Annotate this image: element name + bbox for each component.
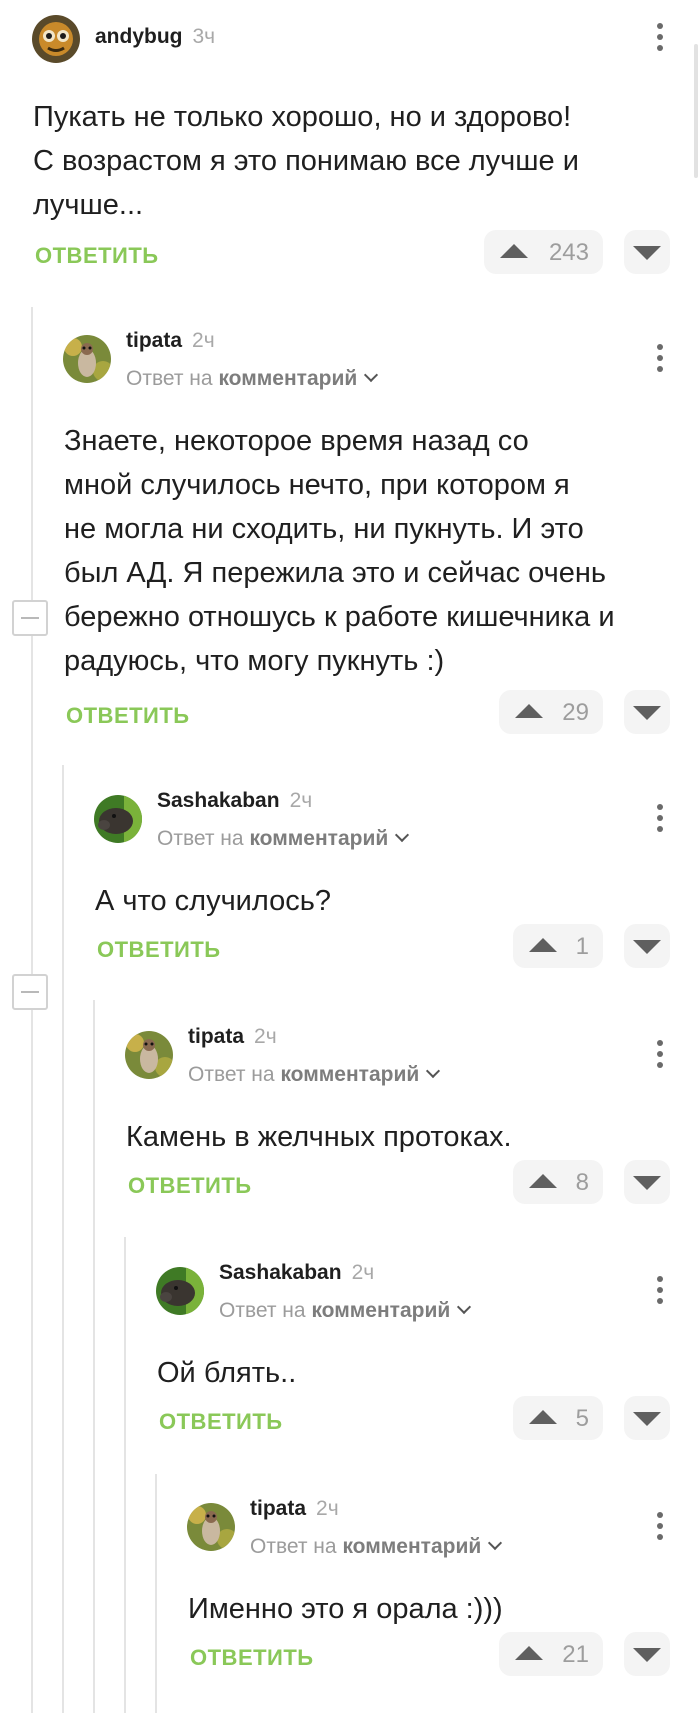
- downvote-button[interactable]: [624, 1160, 670, 1204]
- avatar[interactable]: [125, 1031, 173, 1079]
- reply-button[interactable]: ОТВЕТИТЬ: [128, 1173, 252, 1199]
- downvote-button[interactable]: [624, 1396, 670, 1440]
- collapse-thread-button[interactable]: [12, 974, 48, 1010]
- arrow-down-icon: [633, 1176, 661, 1190]
- chevron-down-icon: [395, 827, 410, 843]
- comment-text: Знаете, некоторое время назад со мной слу…: [64, 425, 615, 677]
- upvote-button[interactable]: 1: [513, 924, 603, 968]
- thread-line: [93, 1000, 95, 1713]
- reply-to-link[interactable]: Ответ на комментарий: [157, 827, 410, 851]
- arrow-up-icon: [529, 1410, 557, 1424]
- comment-text: Именно это я орала :))): [188, 1593, 503, 1625]
- reply-to-link[interactable]: Ответ на комментарий: [188, 1063, 441, 1087]
- upvote-button[interactable]: 5: [513, 1396, 603, 1440]
- comment-time: 2ч: [289, 789, 313, 812]
- avatar[interactable]: [32, 15, 80, 63]
- comment-text: Камень в желчных протоках.: [126, 1121, 512, 1153]
- downvote-button[interactable]: [624, 1632, 670, 1676]
- upvote-button[interactable]: 243: [484, 230, 603, 274]
- more-options-icon[interactable]: [648, 802, 672, 834]
- reply-button[interactable]: ОТВЕТИТЬ: [190, 1645, 314, 1671]
- reply-button[interactable]: ОТВЕТИТЬ: [159, 1409, 283, 1435]
- vote-count: 243: [548, 239, 589, 266]
- arrow-down-icon: [633, 1412, 661, 1426]
- vote-count: 5: [575, 1405, 589, 1432]
- username[interactable]: Sashakaban 2ч: [157, 789, 312, 813]
- thread-line: [31, 307, 33, 1713]
- arrow-down-icon: [633, 940, 661, 954]
- avatar[interactable]: [187, 1503, 235, 1551]
- avatar[interactable]: [63, 335, 111, 383]
- username[interactable]: Sashakaban 2ч: [219, 1261, 374, 1285]
- vote-count: 29: [562, 699, 589, 726]
- avatar[interactable]: [156, 1267, 204, 1315]
- scrollbar[interactable]: [694, 44, 698, 178]
- arrow-down-icon: [633, 706, 661, 720]
- arrow-up-icon: [529, 1174, 557, 1188]
- collapse-thread-button[interactable]: [12, 600, 48, 636]
- downvote-button[interactable]: [624, 230, 670, 274]
- username[interactable]: andybug 3ч: [95, 25, 215, 49]
- vote-count: 8: [575, 1169, 589, 1196]
- arrow-down-icon: [633, 246, 661, 260]
- comment-time: 2ч: [316, 1497, 339, 1520]
- chevron-down-icon: [488, 1535, 503, 1551]
- chevron-down-icon: [364, 367, 379, 383]
- arrow-up-icon: [500, 244, 528, 258]
- vote-count: 1: [575, 933, 589, 960]
- comment-time: 2ч: [192, 329, 215, 352]
- reply-button[interactable]: ОТВЕТИТЬ: [97, 937, 221, 963]
- avatar[interactable]: [94, 795, 142, 843]
- thread-line: [62, 765, 64, 1713]
- arrow-up-icon: [515, 1646, 543, 1660]
- more-options-icon[interactable]: [648, 342, 672, 374]
- arrow-up-icon: [529, 938, 557, 952]
- reply-to-link[interactable]: Ответ на комментарий: [126, 367, 379, 391]
- username[interactable]: tipata 2ч: [250, 1497, 339, 1521]
- more-options-icon[interactable]: [648, 1274, 672, 1306]
- username[interactable]: tipata 2ч: [188, 1025, 277, 1049]
- comment-text: Пукать не только хорошо, но и здорово! С …: [33, 101, 579, 221]
- more-options-icon[interactable]: [648, 1510, 672, 1542]
- username[interactable]: tipata 2ч: [126, 329, 215, 353]
- comment-time: 3ч: [192, 25, 216, 48]
- vote-count: 21: [562, 1641, 589, 1668]
- comment-time: 2ч: [254, 1025, 277, 1048]
- upvote-button[interactable]: 29: [499, 690, 603, 734]
- reply-button[interactable]: ОТВЕТИТЬ: [66, 703, 190, 729]
- arrow-down-icon: [633, 1648, 661, 1662]
- chevron-down-icon: [426, 1063, 441, 1079]
- thread-line: [124, 1237, 126, 1713]
- comment-text: Ой блять..: [157, 1357, 297, 1389]
- thread-line: [155, 1474, 157, 1713]
- more-options-icon[interactable]: [648, 1038, 672, 1070]
- more-options-icon[interactable]: [648, 21, 672, 53]
- downvote-button[interactable]: [624, 924, 670, 968]
- reply-to-link[interactable]: Ответ на комментарий: [219, 1299, 472, 1323]
- reply-button[interactable]: ОТВЕТИТЬ: [35, 243, 159, 269]
- upvote-button[interactable]: 21: [499, 1632, 603, 1676]
- upvote-button[interactable]: 8: [513, 1160, 603, 1204]
- comment-text: А что случилось?: [95, 885, 331, 917]
- comment-time: 2ч: [351, 1261, 375, 1284]
- arrow-up-icon: [515, 704, 543, 718]
- reply-to-link[interactable]: Ответ на комментарий: [250, 1535, 503, 1559]
- downvote-button[interactable]: [624, 690, 670, 734]
- chevron-down-icon: [457, 1299, 472, 1315]
